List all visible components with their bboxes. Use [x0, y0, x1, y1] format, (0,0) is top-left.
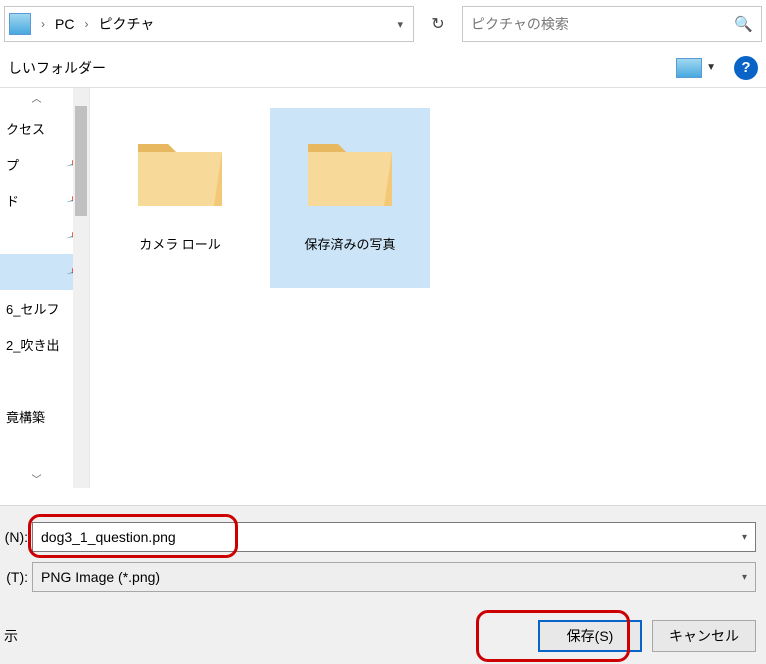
- chevron-down-icon[interactable]: ▼: [706, 62, 716, 73]
- new-folder-label[interactable]: しいフォルダー: [8, 58, 106, 78]
- view-mode-icon[interactable]: [676, 58, 702, 78]
- filetype-label: (T):: [0, 569, 32, 585]
- filetype-value: PNG Image (*.png): [41, 569, 742, 585]
- sidebar-item-label: クセス: [6, 119, 45, 138]
- scroll-up-icon[interactable]: ︿: [0, 90, 73, 105]
- breadcrumb-pc[interactable]: PC: [51, 14, 78, 34]
- sidebar: ︿ クセスプ📌ド📌📌📌6_セルフ2_吹き出竟構築 ﹀: [0, 88, 90, 488]
- folder-label: カメラ ロール: [139, 234, 221, 253]
- folder-icon: [300, 122, 400, 222]
- chevron-down-icon: ▾: [742, 572, 747, 583]
- scroll-down-icon[interactable]: ﹀: [0, 471, 73, 486]
- chevron-down-icon[interactable]: ▾: [391, 18, 409, 31]
- sidebar-item-label: 竟構築: [6, 407, 45, 426]
- filename-label: (N):: [0, 529, 32, 545]
- cancel-button[interactable]: キャンセル: [652, 620, 756, 652]
- chevron-right-icon: ›: [84, 17, 88, 31]
- refresh-button[interactable]: ↻: [422, 6, 454, 42]
- sidebar-item-label: プ: [6, 155, 19, 174]
- folder-label: 保存済みの写真: [304, 234, 395, 253]
- save-button[interactable]: 保存(S): [538, 620, 642, 652]
- folder-item[interactable]: 保存済みの写真: [270, 108, 430, 288]
- sidebar-item-label: 2_吹き出: [6, 335, 59, 354]
- pictures-library-icon: [9, 13, 31, 35]
- folder-item[interactable]: カメラ ロール: [100, 108, 260, 288]
- help-button[interactable]: ?: [734, 56, 758, 80]
- chevron-down-icon[interactable]: ▾: [734, 532, 755, 543]
- folder-grid: カメラ ロール 保存済みの写真: [90, 88, 766, 488]
- breadcrumb[interactable]: › PC › ピクチャ ▾: [4, 6, 414, 42]
- sidebar-item-label: ド: [6, 191, 19, 210]
- breadcrumb-folder[interactable]: ピクチャ: [94, 12, 158, 36]
- search-placeholder: ピクチャの検索: [471, 14, 734, 34]
- search-input[interactable]: ピクチャの検索 🔍: [462, 6, 762, 42]
- chevron-right-icon: ›: [41, 17, 45, 31]
- folder-icon: [130, 122, 230, 222]
- filename-input[interactable]: [33, 529, 734, 545]
- hide-folders-label[interactable]: 示: [4, 626, 18, 646]
- scrollbar-thumb[interactable]: [75, 106, 87, 216]
- filetype-select[interactable]: PNG Image (*.png) ▾: [32, 562, 756, 592]
- scrollbar[interactable]: [73, 88, 89, 488]
- search-icon: 🔍: [734, 15, 753, 33]
- filename-input-wrap[interactable]: ▾: [32, 522, 756, 552]
- sidebar-item-label: 6_セルフ: [6, 299, 59, 318]
